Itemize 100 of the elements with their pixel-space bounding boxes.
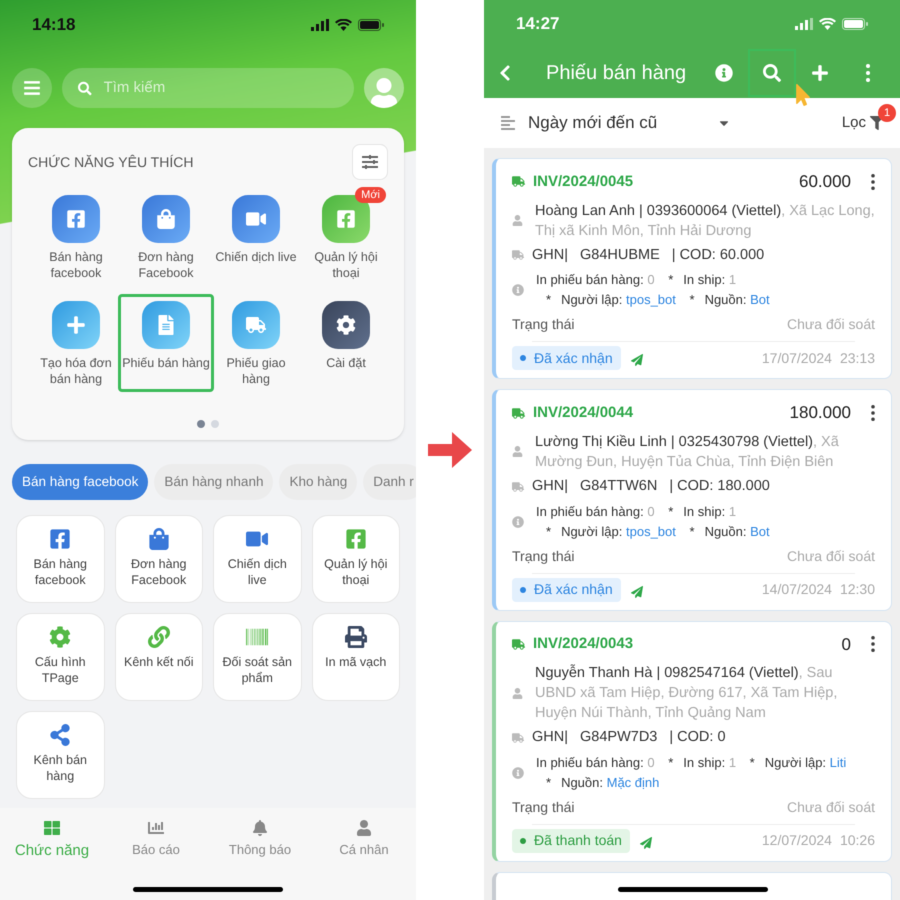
info-label: In ship: [683, 272, 726, 288]
separator-mark: * [750, 754, 755, 770]
cod-amount: | COD: 180.000 [669, 476, 770, 496]
status-caption: Trạng thái [512, 546, 575, 566]
info-label: In ship: [683, 754, 726, 770]
favorite-label: Tạo hóa đơn bán hàng [39, 355, 113, 387]
new-badge: Mới [355, 187, 386, 203]
info-label: Nguồn: [561, 774, 603, 790]
info-value: 1 [728, 754, 736, 770]
function-tile[interactable]: Quản lý hội thoại [312, 515, 400, 603]
sort-label[interactable]: Ngày mới đến cũ [528, 110, 658, 136]
tracking-code: G84PW7D3 [580, 728, 658, 747]
separator-mark: * [690, 524, 695, 538]
function-label: Đối soát sản phẩm [222, 654, 293, 686]
invoice-amount: 180.000 [790, 402, 851, 424]
function-tile[interactable]: Đơn hàng Facebook [114, 515, 203, 603]
function-tile[interactable]: Chiến dịch live [213, 515, 302, 603]
reconcile-status: Chưa đối soát [787, 315, 875, 334]
customer-details: Nguyễn Thanh Hà | 0982547164 (Viettel), Sau UBND xã Tam Hiệp, Đường 617, Xã Tam Hiệp, Huyện Núi Thành, Tỉnh Quảng Nam [535, 663, 838, 723]
info-value: 1 [728, 272, 736, 288]
separator-mark: * [690, 292, 695, 308]
invoice-date: 17/07/2024 [762, 348, 832, 368]
separator-mark: * [668, 754, 674, 770]
carrier-name: GHN| [532, 476, 568, 496]
function-tile[interactable]: Cấu hình TPage [16, 613, 104, 701]
info-label: In ship: [683, 504, 726, 518]
favorites-title: CHỨC NĂNG YÊU THÍCH [28, 152, 194, 172]
info-label: Người lập: [561, 292, 622, 308]
reconcile-status: Chưa đối soát [787, 798, 875, 817]
carrier-name: GHN| [532, 246, 568, 264]
function-tile[interactable]: Bán hàng facebook [16, 515, 104, 603]
status-time: 14:18 [32, 14, 76, 36]
info-value[interactable]: Liti [830, 754, 846, 770]
status-badge: Đã xác nhận [512, 578, 621, 602]
category-tab[interactable]: Danh r [363, 464, 416, 500]
cod-amount: | COD: 0 [669, 728, 726, 747]
invoice-amount: 0 [842, 634, 851, 656]
info-label: Người lập: [561, 524, 622, 538]
info-value[interactable]: tpos_bot [626, 292, 676, 308]
separator-mark: * [668, 272, 674, 288]
function-label: Quản lý hội thoại [323, 556, 388, 588]
screen-title: Phiếu bán hàng [546, 61, 686, 86]
filter-label[interactable]: Lọc [842, 112, 866, 134]
function-label: Kênh kết nối [124, 654, 194, 670]
invoice-amount: 60.000 [799, 171, 851, 193]
favorite-label: Phiếu bán hàng [122, 355, 210, 371]
function-label: Kênh bán hàng [32, 752, 88, 784]
info-label: Nguồn: [704, 292, 746, 308]
favorite-label: Quản lý hội thoại [313, 249, 379, 281]
customer-details: Hoàng Lan Anh | 0393600064 (Viettel), Xã Lạc Long, Thị xã Kinh Môn, Tỉnh Hải Dương [535, 202, 875, 240]
favorite-label: Đơn hàng Facebook [137, 249, 195, 281]
status-caption: Trạng thái [512, 315, 575, 334]
function-label: In mã vạch [325, 654, 386, 670]
reconcile-status: Chưa đối soát [787, 546, 875, 566]
search-field[interactable]: Tìm kiếm [62, 68, 354, 108]
favorite-label: Phiếu giao hàng [225, 355, 287, 387]
function-tile[interactable]: Kênh bán hàng [16, 711, 104, 799]
status-badge: Đã thanh toán [512, 828, 630, 853]
info-value[interactable]: Bot [750, 524, 770, 538]
status-time: 14:27 [516, 13, 560, 36]
separator-mark: * [546, 774, 552, 790]
invoice-date: 12/07/2024 [762, 831, 832, 850]
function-tile[interactable]: In mã vạch [312, 613, 400, 701]
tracking-code: G84HUBME [580, 246, 660, 264]
favorite-label: Bán hàng facebook [48, 249, 104, 281]
tracking-code: G84TTW6N [580, 476, 658, 496]
info-value: 0 [647, 504, 655, 518]
info-label: Nguồn: [704, 524, 746, 538]
favorite-label: Cài đặt [326, 355, 366, 371]
status-badge: Đã xác nhận [512, 346, 621, 370]
function-label: Bán hàng facebook [32, 556, 88, 588]
invoice-date: 14/07/2024 [762, 580, 832, 599]
category-tab[interactable]: Bán hàng facebook [12, 464, 148, 500]
cod-amount: | COD: 60.000 [672, 246, 764, 264]
function-tile[interactable]: Kênh kết nối [114, 613, 203, 701]
invoice-time: 23:13 [840, 348, 875, 368]
info-value: 0 [647, 754, 655, 770]
invoice-time: 12:30 [840, 580, 875, 599]
function-label: Cấu hình TPage [34, 654, 87, 686]
info-label: In phiếu bán hàng: [536, 504, 644, 518]
info-value[interactable]: Bot [750, 292, 770, 308]
search-input[interactable]: Tìm kiếm [104, 76, 338, 100]
invoice-time: 10:26 [840, 831, 875, 850]
filter-count-badge: 1 [878, 104, 896, 122]
favorite-item[interactable]: Phiếu bán hàng [118, 294, 214, 392]
info-value[interactable]: Mặc định [606, 774, 660, 790]
info-label: Người lập: [764, 754, 826, 770]
info-value: 1 [728, 504, 736, 518]
info-label: In phiếu bán hàng: [536, 272, 644, 288]
status-caption: Trạng thái [512, 798, 575, 817]
category-tab[interactable]: Bán hàng nhanh [154, 464, 274, 500]
function-label: Đơn hàng Facebook [130, 556, 188, 588]
separator-mark: * [546, 292, 552, 308]
info-value: 0 [647, 272, 655, 288]
info-label: In phiếu bán hàng: [536, 754, 644, 770]
function-tile[interactable]: Đối soát sản phẩm [213, 613, 302, 701]
function-label: Chiến dịch live [226, 556, 288, 588]
category-tab[interactable]: Kho hàng [279, 464, 358, 500]
separator-mark: * [546, 524, 552, 538]
info-value[interactable]: tpos_bot [626, 524, 676, 538]
